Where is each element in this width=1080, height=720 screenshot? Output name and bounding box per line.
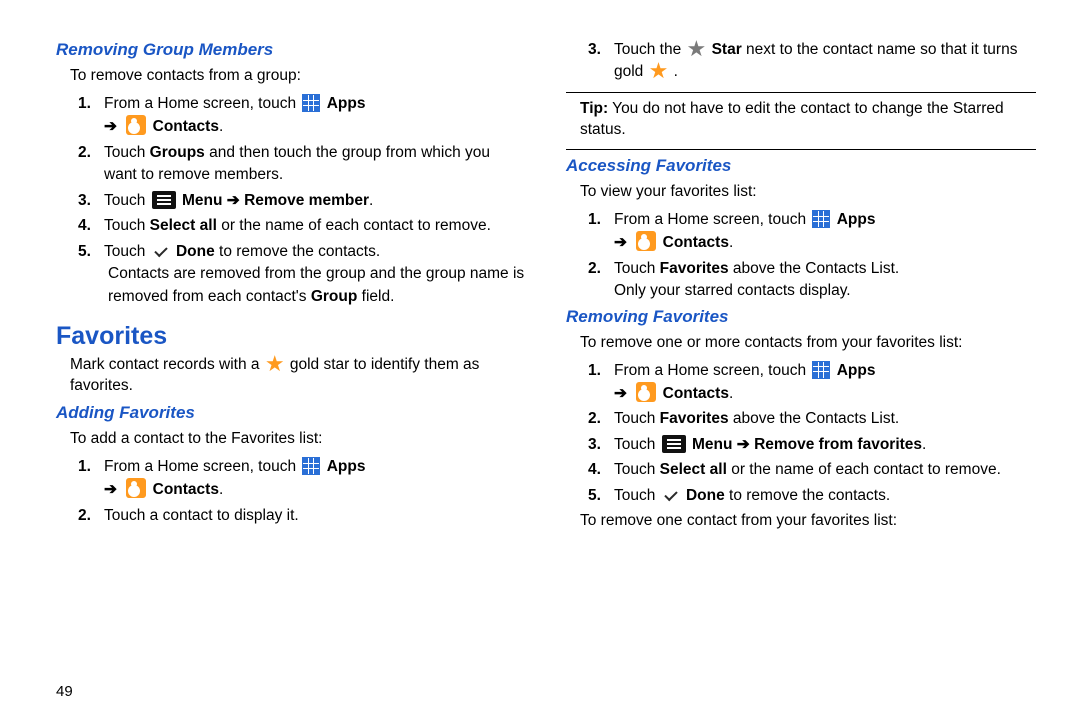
intro-text: To view your favorites list: xyxy=(580,182,1036,203)
steps-removing-favorites: From a Home screen, touch Apps ➔ Contact… xyxy=(566,360,1036,508)
heading-favorites: Favorites xyxy=(56,322,526,351)
list-item: Touch Done to remove the contacts. Conta… xyxy=(84,241,526,308)
apps-icon xyxy=(302,457,320,475)
apps-icon xyxy=(302,94,320,112)
heading-removing-group: Removing Group Members xyxy=(56,40,526,60)
arrow-icon: ➔ xyxy=(104,118,117,135)
star-orange-icon: ★ xyxy=(649,64,669,77)
list-item: Touch Menu ➔ Remove member. xyxy=(84,190,526,212)
divider xyxy=(566,149,1036,150)
tip-text: Tip: You do not have to edit the contact… xyxy=(580,99,1036,141)
list-item: Touch Favorites above the Contacts List.… xyxy=(594,258,1036,303)
star-orange-icon: ★ xyxy=(265,357,285,370)
document-page: Removing Group Members To remove contact… xyxy=(0,0,1080,548)
step-note: Contacts are removed from the group and … xyxy=(108,263,526,308)
list-item: Touch Menu ➔ Remove from favorites. xyxy=(594,434,1036,456)
menu-icon xyxy=(662,435,686,453)
list-item: Touch the ★ Star next to the contact nam… xyxy=(594,39,1036,84)
step-note: Only your starred contacts display. xyxy=(614,280,1036,302)
star-grey-icon: ★ xyxy=(687,42,707,55)
intro-text: To remove one or more contacts from your… xyxy=(580,333,1036,354)
arrow-icon: ➔ xyxy=(104,481,117,498)
check-icon xyxy=(152,242,170,260)
list-item: From a Home screen, touch Apps ➔ Contact… xyxy=(594,209,1036,255)
divider xyxy=(566,92,1036,93)
apps-icon xyxy=(812,361,830,379)
list-item: From a Home screen, touch Apps ➔ Contact… xyxy=(84,93,526,139)
contacts-icon xyxy=(126,115,146,135)
steps-adding-favorites: From a Home screen, touch Apps ➔ Contact… xyxy=(56,456,526,527)
check-icon xyxy=(662,486,680,504)
left-column: Removing Group Members To remove contact… xyxy=(56,36,526,538)
intro-text: To add a contact to the Favorites list: xyxy=(70,429,526,450)
trailer-text: To remove one contact from your favorite… xyxy=(580,511,1036,532)
heading-adding-favorites: Adding Favorites xyxy=(56,403,526,423)
heading-removing-favorites: Removing Favorites xyxy=(566,307,1036,327)
list-item: Touch Select all or the name of each con… xyxy=(84,215,526,237)
list-item: Touch Select all or the name of each con… xyxy=(594,459,1036,481)
menu-icon xyxy=(152,191,176,209)
list-item: From a Home screen, touch Apps ➔ Contact… xyxy=(594,360,1036,406)
contacts-icon xyxy=(636,231,656,251)
list-item: Touch a contact to display it. xyxy=(84,505,526,527)
intro-text: To remove contacts from a group: xyxy=(70,66,526,87)
arrow-icon: ➔ xyxy=(614,234,627,251)
favorites-intro: Mark contact records with a ★ gold star … xyxy=(70,355,526,397)
list-item: From a Home screen, touch Apps ➔ Contact… xyxy=(84,456,526,502)
list-item: Touch Groups and then touch the group fr… xyxy=(84,142,526,187)
contacts-icon xyxy=(126,478,146,498)
heading-accessing-favorites: Accessing Favorites xyxy=(566,156,1036,176)
contacts-icon xyxy=(636,382,656,402)
arrow-icon: ➔ xyxy=(614,385,627,402)
list-item: Touch Favorites above the Contacts List. xyxy=(594,408,1036,430)
steps-removing-group: From a Home screen, touch Apps ➔ Contact… xyxy=(56,93,526,308)
right-column: Touch the ★ Star next to the contact nam… xyxy=(566,36,1036,538)
page-number: 49 xyxy=(56,683,73,700)
list-item: Touch Done to remove the contacts. xyxy=(594,485,1036,507)
steps-accessing-favorites: From a Home screen, touch Apps ➔ Contact… xyxy=(566,209,1036,303)
steps-continued: Touch the ★ Star next to the contact nam… xyxy=(566,39,1036,84)
apps-icon xyxy=(812,210,830,228)
